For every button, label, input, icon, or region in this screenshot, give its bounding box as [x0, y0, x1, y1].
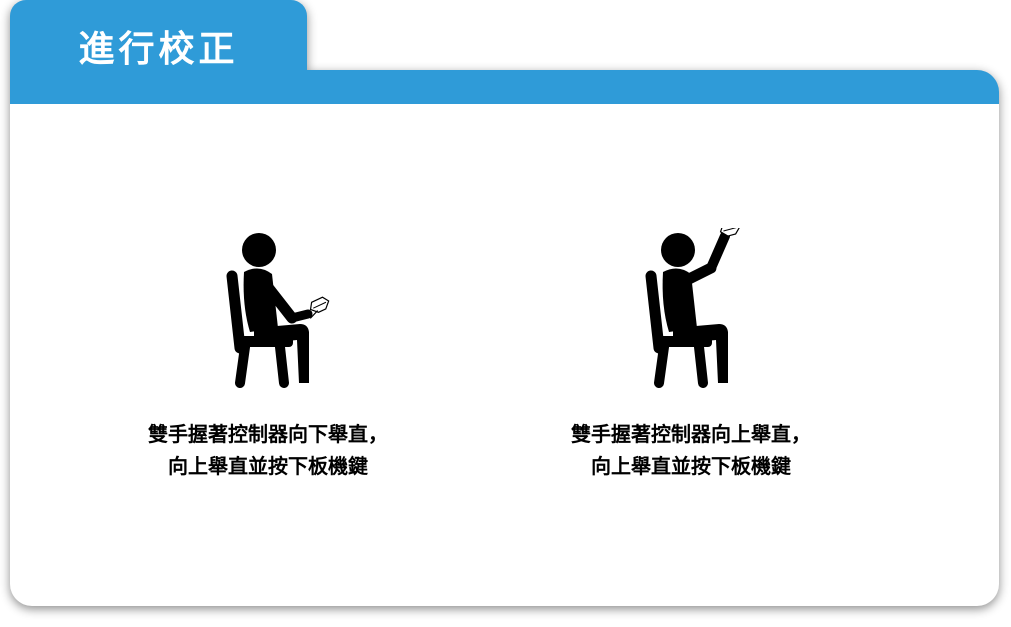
step-caption: 雙手握著控制器向下舉直， 向上舉直並按下板機鍵: [148, 422, 388, 478]
header-band: [10, 70, 999, 106]
seated-person-arm-up-icon: [645, 228, 741, 388]
step-arms-down: 雙手握著控制器向下舉直， 向上舉直並按下板機鍵: [98, 228, 438, 482]
step-arm-up: 雙手握著控制器向上舉直， 向上舉直並按下板機鍵: [521, 228, 861, 482]
page-title: 進行校正: [78, 29, 239, 70]
step-caption: 雙手握著控制器向上舉直， 向上舉直並按下板機鍵: [571, 422, 811, 478]
seated-person-arms-down-icon: [226, 233, 330, 388]
